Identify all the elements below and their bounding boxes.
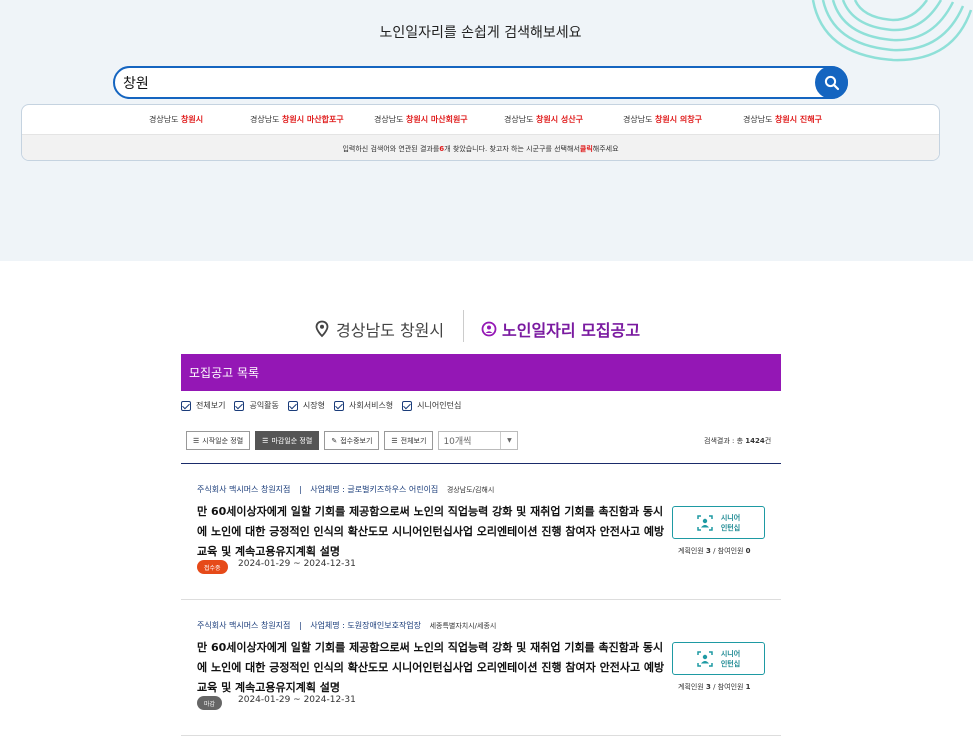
location-label: 경상남도 창원시 (313, 317, 444, 341)
filter-social-service[interactable]: 사회서비스형 (334, 400, 393, 411)
suggestion-item[interactable]: 경상남도 창원시 성산구 (504, 114, 623, 125)
job-listing[interactable]: 주식회사 맥시머스 창원지점 | 사업체명 : 도원장애인보호작업장 세종특별자… (181, 600, 781, 736)
page-size-select[interactable]: 10개씩 ▼ (438, 431, 519, 450)
program-type-button[interactable]: 시니어 인턴십 (672, 642, 765, 675)
job-dates: 2024-01-29 ~ 2024-12-31 (238, 559, 356, 569)
job-description[interactable]: 만 60세이상자에게 일할 기회를 제공함으로써 노인의 직업능력 강화 및 재… (197, 502, 667, 562)
job-meta: 주식회사 맥시머스 창원지점 | 사업체명 : 글로벌키즈하우스 어린이집 경상… (197, 485, 495, 494)
status-badge: 마감 (197, 696, 223, 710)
suggestion-list: 경상남도 창원시 경상남도 창원시 마산합포구 경상남도 창원시 마산회원구 경… (22, 105, 939, 134)
section-heading: 경상남도 창원시 노인일자리 모집공고 (0, 310, 973, 344)
suggestion-item[interactable]: 경상남도 창원시 (149, 114, 250, 125)
senior-person-icon (697, 650, 713, 667)
suggestion-item[interactable]: 경상남도 창원시 마산합포구 (250, 114, 374, 125)
suggestion-item[interactable]: 경상남도 창원시 진해구 (743, 114, 822, 125)
sort-start-date-button[interactable]: ☰ 시작일순 정렬 (186, 431, 251, 450)
job-description[interactable]: 만 60세이상자에게 일할 기회를 제공함으로써 노인의 직업능력 강화 및 재… (197, 638, 667, 698)
list-icon: ☰ (262, 436, 269, 445)
filter-senior-intern[interactable]: 시니어인턴십 (402, 400, 461, 411)
search-box (113, 66, 848, 99)
sort-deadline-button[interactable]: ☰ 마감일순 정렬 (255, 431, 320, 450)
show-open-button[interactable]: ✎ 접수중보기 (324, 431, 380, 450)
checkbox-icon (287, 400, 298, 411)
location-pin-icon (315, 320, 329, 338)
hero-section: 노인일자리를 손쉽게 검색해보세요 경상남도 창원시 경상남도 창원시 마산합포… (0, 0, 973, 261)
list-title-bar: 모집공고 목록 (181, 354, 781, 391)
list-icon: ☰ (193, 436, 200, 445)
list-icon: ☰ (391, 436, 398, 445)
job-meta: 주식회사 맥시머스 창원지점 | 사업체명 : 도원장애인보호작업장 세종특별자… (197, 621, 497, 630)
program-type-button[interactable]: 시니어 인턴십 (672, 506, 765, 539)
status-badge: 접수중 (197, 560, 228, 574)
headcount: 계획인원 3 / 참여인원 0 (678, 547, 751, 555)
search-button[interactable] (815, 66, 848, 99)
result-count: 검색결과 : 총 1424건 (704, 437, 772, 445)
suggestion-item[interactable]: 경상남도 창원시 의창구 (623, 114, 743, 125)
senior-person-icon (697, 514, 713, 531)
filter-market[interactable]: 시장형 (287, 400, 325, 411)
show-all-button[interactable]: ☰ 전체보기 (384, 431, 434, 450)
page-title: 노인일자리 모집공고 (481, 317, 640, 341)
sort-toolbar: ☰ 시작일순 정렬 ☰ 마감일순 정렬 ✎ 접수중보기 ☰ 전체보기 10개씩 ▼ (186, 431, 519, 450)
checkbox-icon (334, 400, 344, 411)
job-dates: 2024-01-29 ~ 2024-12-31 (238, 695, 356, 705)
checkbox-icon (234, 400, 245, 411)
hero-title: 노인일자리를 손쉽게 검색해보세요 (379, 25, 582, 41)
heading-divider (463, 310, 464, 342)
headcount: 계획인원 3 / 참여인원 1 (678, 683, 751, 691)
search-icon (824, 75, 839, 90)
chevron-down-icon: ▼ (500, 432, 517, 449)
suggestion-item[interactable]: 경상남도 창원시 마산회원구 (374, 114, 504, 125)
pencil-icon: ✎ (331, 436, 338, 445)
suggestion-note: 입력하신 검색어와 연관된 결과를 6개 찾았습니다. 찾고자 하는 시군구를 … (22, 134, 939, 160)
filter-all[interactable]: 전체보기 (181, 400, 225, 411)
job-listing[interactable]: 주식회사 맥시머스 창원지점 | 사업체명 : 글로벌키즈하우스 어린이집 경상… (181, 464, 781, 600)
checkbox-icon (402, 400, 413, 411)
suggestion-panel: 경상남도 창원시 경상남도 창원시 마산합포구 경상남도 창원시 마산회원구 경… (21, 104, 940, 161)
checkbox-icon (181, 400, 191, 411)
filter-public[interactable]: 공익활동 (234, 400, 279, 411)
person-circle-icon (481, 321, 497, 337)
search-input[interactable] (123, 72, 803, 94)
filter-checkboxes: 전체보기 공익활동 시장형 사회서비스형 시니어인턴십 (181, 400, 461, 411)
